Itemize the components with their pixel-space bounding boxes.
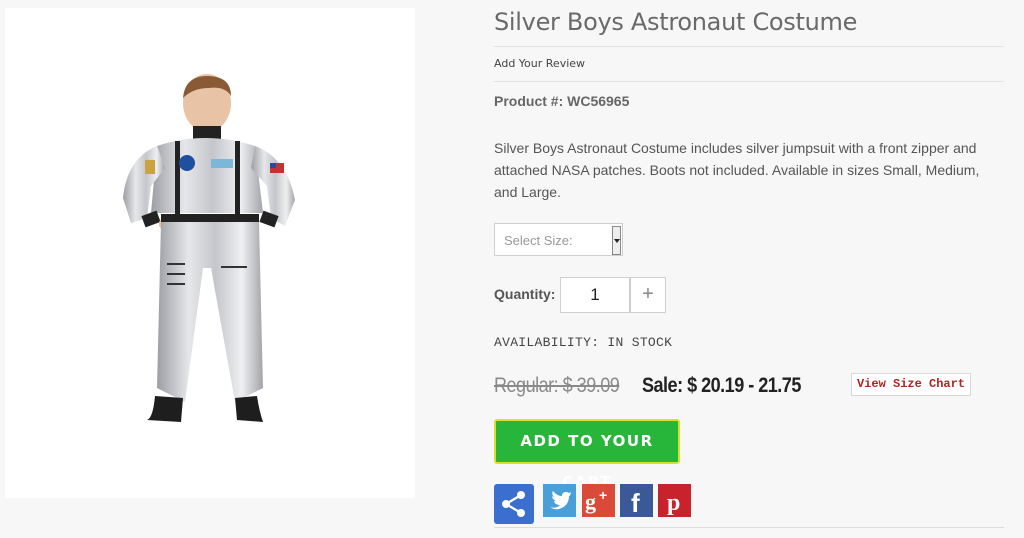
svg-text:+: + [599, 487, 607, 503]
twitter-icon[interactable] [543, 484, 576, 517]
dropdown-arrow-icon [612, 226, 621, 255]
add-to-cart-button[interactable]: ADD TO YOUR CART [494, 419, 680, 491]
divider [494, 527, 1004, 528]
product-info: Silver Boys Astronaut Costume Add Your R… [494, 0, 1004, 538]
share-icon[interactable] [494, 484, 534, 524]
sale-price: Sale: $ 20.19 - 21.75 [642, 374, 801, 397]
availability-status: AVAILABILITY: IN STOCK [494, 335, 673, 350]
view-size-chart-button[interactable]: View Size Chart [851, 373, 971, 396]
divider [494, 81, 1004, 82]
quantity-label: Quantity: [494, 286, 556, 302]
google-plus-icon[interactable]: g + [582, 484, 615, 517]
size-select[interactable]: Select Size: [494, 223, 623, 256]
quantity-increase-button[interactable]: + [630, 277, 666, 313]
astronaut-costume-illustration [123, 74, 295, 422]
product-title: Silver Boys Astronaut Costume [494, 8, 858, 36]
size-select-placeholder: Select Size: [504, 233, 573, 248]
divider [494, 46, 1004, 47]
svg-text:p: p [667, 490, 680, 516]
product-number: Product #: WC56965 [494, 93, 630, 109]
svg-text:g: g [585, 489, 596, 514]
facebook-icon[interactable]: f [620, 484, 653, 517]
svg-text:f: f [631, 488, 640, 517]
regular-price: Regular: $ 39.09 [494, 374, 620, 397]
pinterest-icon[interactable]: p [658, 484, 691, 517]
product-description: Silver Boys Astronaut Costume includes s… [494, 140, 980, 200]
quantity-input[interactable]: 1 [560, 277, 630, 313]
add-review-link[interactable]: Add Your Review [494, 57, 585, 70]
product-image[interactable] [5, 8, 415, 498]
